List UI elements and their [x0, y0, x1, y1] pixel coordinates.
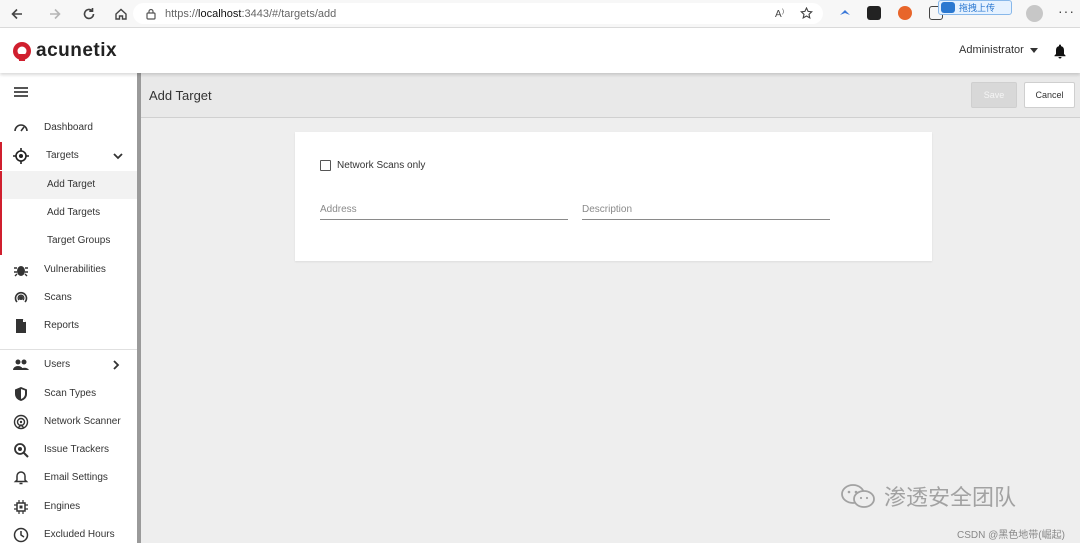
sidebar-item-label: Users: [44, 359, 71, 370]
browser-menu-button[interactable]: ···: [1058, 3, 1075, 19]
browser-toolbar: https://localhost:3443/#/targets/add A) …: [0, 0, 1080, 28]
acunetix-logo[interactable]: acunetix: [12, 40, 117, 62]
reload-icon: [83, 7, 95, 19]
url-scheme: https://: [165, 7, 199, 20]
home-button[interactable]: [110, 3, 132, 25]
document-icon: [16, 319, 26, 333]
network-scans-only-option[interactable]: Network Scans only: [320, 160, 425, 171]
sidebar-subitem-target-groups[interactable]: Target Groups: [0, 227, 137, 255]
page-title: Add Target: [149, 88, 212, 103]
csdn-watermark: CSDN @黑色地带(崛起): [957, 530, 1065, 541]
extension-terminal-icon[interactable]: [867, 6, 881, 20]
sidebar-subitem-label: Target Groups: [47, 235, 111, 246]
chevron-down-icon: [113, 153, 123, 160]
upload-tooltip: 拖拽上传: [938, 0, 1012, 15]
user-name: Administrator: [959, 44, 1024, 56]
sidebar-item-label: Scan Types: [44, 388, 97, 399]
radar-icon: [14, 291, 28, 303]
url-host: localhost: [198, 7, 242, 20]
svg-text:): ): [782, 9, 784, 15]
caret-down-icon: [1029, 47, 1038, 53]
lock-icon: [146, 8, 156, 20]
chip-icon: [14, 500, 28, 514]
sidebar-item-label: Engines: [44, 501, 81, 512]
home-icon: [115, 8, 127, 20]
add-target-form: Network Scans only Address Description: [295, 132, 932, 261]
sidebar-item-dashboard[interactable]: Dashboard: [0, 114, 137, 142]
sidebar-subitem-label: Add Target: [47, 179, 96, 190]
sidebar-item-targets[interactable]: Targets: [0, 142, 137, 170]
logo-mark-icon: [13, 42, 31, 61]
network-scanner-icon: [13, 414, 29, 430]
sidebar-item-label: Issue Trackers: [44, 444, 110, 455]
sidebar-item-label: Targets: [46, 150, 79, 161]
description-field[interactable]: Description: [582, 200, 830, 220]
watermark-text: 渗透安全团队: [884, 485, 1017, 510]
bell-outline-icon: [13, 471, 29, 485]
sidebar-item-label: Vulnerabilities: [44, 264, 106, 275]
sidebar-item-vulnerabilities[interactable]: Vulnerabilities: [0, 256, 137, 284]
profile-avatar[interactable]: [1026, 5, 1043, 22]
back-button[interactable]: [6, 3, 28, 25]
sidebar-subitem-add-targets[interactable]: Add Targets: [0, 199, 137, 227]
extension-bird-icon[interactable]: [838, 6, 852, 20]
arrow-right-icon: [50, 8, 61, 19]
user-menu[interactable]: Administrator: [959, 44, 1038, 56]
save-button[interactable]: Save: [971, 82, 1017, 108]
svg-text:A: A: [775, 9, 782, 20]
sidebar-item-network-scanner[interactable]: Network Scanner: [0, 408, 137, 436]
sidebar-subitem-add-target[interactable]: Add Target: [0, 171, 137, 199]
magnifier-bug-icon: [14, 443, 29, 458]
speedometer-icon: [14, 124, 28, 132]
sidebar-item-label: Reports: [44, 320, 80, 331]
address-bar[interactable]: https://localhost:3443/#/targets/add A): [133, 3, 823, 24]
sidebar-item-scans[interactable]: Scans: [0, 284, 137, 312]
cancel-button[interactable]: Cancel: [1024, 82, 1075, 108]
sidebar-item-users[interactable]: Users: [0, 351, 137, 379]
menu-toggle-icon[interactable]: [14, 87, 28, 97]
sidebar-item-email-settings[interactable]: Email Settings: [0, 464, 137, 492]
forward-button[interactable]: [44, 3, 66, 25]
crosshair-icon: [13, 148, 29, 164]
clock-icon: [13, 527, 29, 543]
read-aloud-icon[interactable]: A): [775, 7, 788, 20]
sidebar-item-issue-trackers[interactable]: Issue Trackers: [0, 436, 137, 464]
wechat-icon: [841, 484, 875, 508]
sidebar-subitem-label: Add Targets: [47, 207, 101, 218]
sidebar-item-label: Excluded Hours: [44, 529, 115, 540]
page-header: Add Target Save Cancel: [141, 73, 1080, 118]
sidebar-item-label: Email Settings: [44, 472, 108, 483]
address-field[interactable]: Address: [320, 200, 568, 220]
sidebar-item-scan-types[interactable]: Scan Types: [0, 380, 137, 408]
bug-icon: [14, 266, 28, 277]
logo-text: acunetix: [36, 40, 118, 61]
sidebar-item-excluded-hours[interactable]: Excluded Hours: [0, 521, 137, 543]
app-header: acunetix Administrator: [0, 28, 1080, 73]
sidebar-item-reports[interactable]: Reports: [0, 312, 137, 340]
chevron-right-icon: [113, 360, 120, 370]
users-icon: [13, 359, 29, 370]
upload-tooltip-text: 拖拽上传: [959, 3, 996, 13]
network-scans-only-label: Network Scans only: [337, 160, 426, 171]
shield-icon: [15, 387, 27, 401]
notification-bell-icon[interactable]: [1053, 43, 1067, 59]
sidebar-divider: [0, 349, 137, 350]
reload-button[interactable]: [78, 3, 100, 25]
sidebar-item-label: Scans: [44, 292, 72, 303]
sidebar-item-engines[interactable]: Engines: [0, 493, 137, 521]
favorite-star-icon[interactable]: [800, 7, 813, 20]
wechat-watermark: 渗透安全团队: [840, 480, 1016, 512]
extension-orange-icon[interactable]: [898, 6, 912, 20]
sidebar-item-label: Network Scanner: [44, 416, 121, 427]
network-scans-only-checkbox[interactable]: [320, 160, 331, 171]
sidebar-scrollbar[interactable]: [137, 73, 141, 543]
cloud-upload-icon: [941, 2, 955, 13]
url-path: :3443/#/targets/add: [241, 7, 337, 20]
arrow-left-icon: [11, 8, 22, 19]
sidebar: Dashboard Targets Add Target Add Targets…: [0, 73, 137, 543]
sidebar-item-label: Dashboard: [44, 122, 93, 133]
